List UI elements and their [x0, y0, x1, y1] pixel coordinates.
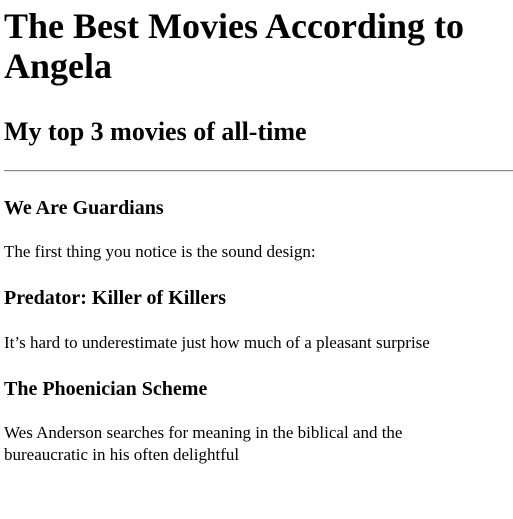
- page-content: The Best Movies According to Angela My t…: [4, 0, 513, 466]
- movie-item: The Phoenician Scheme Wes Anderson searc…: [4, 354, 513, 466]
- movie-item: We Are Guardians The first thing you not…: [4, 172, 513, 263]
- movie-review: Wes Anderson searches for meaning in the…: [4, 423, 403, 464]
- movie-review: The first thing you notice is the sound …: [4, 242, 316, 261]
- page-subtitle: My top 3 movies of all-time: [4, 117, 307, 146]
- page-title: The Best Movies According to Angela: [4, 6, 464, 86]
- movie-list: We Are Guardians The first thing you not…: [4, 172, 513, 466]
- movie-review: It’s hard to underestimate just how much…: [4, 333, 430, 352]
- movie-item: Predator: Killer of Killers It’s hard to…: [4, 263, 513, 354]
- movie-title: We Are Guardians: [4, 197, 164, 219]
- movie-title: The Phoenician Scheme: [4, 378, 208, 400]
- movie-title: Predator: Killer of Killers: [4, 287, 226, 309]
